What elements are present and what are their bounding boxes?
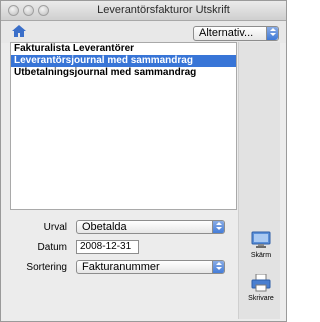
sortering-value: Fakturanummer [82, 261, 160, 273]
print-window: Leverantörsfakturor Utskrift Alternativ.… [0, 0, 287, 322]
report-list[interactable]: Fakturalista Leverantörer Leverantörsjou… [10, 42, 237, 210]
datum-field[interactable]: 2008-12-31 [76, 240, 139, 254]
datum-label: Datum [37, 242, 67, 253]
title-bar: Leverantörsfakturor Utskrift [1, 1, 286, 21]
urval-value: Obetalda [82, 221, 127, 233]
home-icon[interactable] [12, 25, 26, 38]
popup-arrows-icon [212, 221, 224, 233]
urval-popup[interactable]: Obetalda [76, 220, 225, 234]
options-popup-value: Alternativ... [199, 27, 254, 39]
popup-arrows-icon [266, 27, 278, 40]
screen-button[interactable]: Skärm [246, 231, 276, 259]
printer-label: Skrivare [248, 295, 274, 302]
list-item[interactable]: Fakturalista Leverantörer [11, 43, 236, 55]
urval-label: Urval [43, 222, 67, 233]
popup-arrows-icon [212, 261, 224, 273]
monitor-icon [251, 231, 271, 248]
sortering-popup[interactable]: Fakturanummer [76, 260, 225, 274]
screen-label: Skärm [250, 252, 272, 259]
options-popup[interactable]: Alternativ... [193, 26, 279, 41]
toolbar: Alternativ... [1, 21, 286, 43]
list-item[interactable]: Utbetalningsjournal med sammandrag [11, 67, 236, 79]
sortering-label: Sortering [26, 262, 67, 273]
printer-icon [251, 273, 271, 292]
printer-button[interactable]: Skrivare [246, 273, 276, 302]
list-item-selected[interactable]: Leverantörsjournal med sammandrag [11, 55, 236, 67]
window-title: Leverantörsfakturor Utskrift [97, 4, 230, 16]
